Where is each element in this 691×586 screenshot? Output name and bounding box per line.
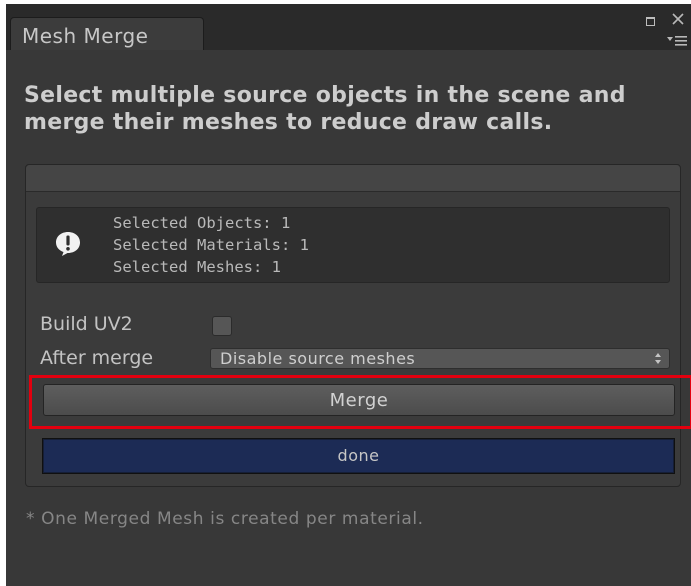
mesh-merge-window: Mesh Merge Select multiple source object…	[6, 4, 691, 586]
tab-mesh-merge[interactable]: Mesh Merge	[10, 17, 204, 50]
panel-header	[26, 165, 680, 192]
updown-arrows-icon	[655, 353, 661, 364]
merge-button[interactable]: Merge	[43, 384, 675, 416]
tab-title: Mesh Merge	[22, 24, 149, 48]
maximize-icon[interactable]	[646, 17, 655, 26]
merge-panel: Selected Objects: 1 Selected Materials: …	[25, 164, 691, 487]
selection-info-box: Selected Objects: 1 Selected Materials: …	[36, 207, 670, 283]
description-heading: Select multiple source objects in the sc…	[24, 82, 674, 136]
info-exclamation-icon	[56, 232, 80, 256]
footnote-text: * One Merged Mesh is created per materia…	[26, 509, 424, 529]
close-icon[interactable]	[670, 11, 686, 27]
build-uv2-label: Build UV2	[40, 313, 133, 335]
tab-strip: Mesh Merge	[6, 4, 691, 50]
description-line-1: Select multiple source objects in the sc…	[24, 83, 626, 108]
build-uv2-checkbox[interactable]	[212, 316, 232, 336]
description-line-2: merge their meshes to reduce draw calls.	[24, 110, 553, 135]
merge-button-label: Merge	[329, 390, 389, 411]
after-merge-selected-value: Disable source meshes	[220, 349, 416, 368]
selected-materials-text: Selected Materials: 1	[113, 236, 309, 254]
selected-meshes-text: Selected Meshes: 1	[113, 258, 281, 276]
selection-stats: Selected Objects: 1 Selected Materials: …	[113, 212, 309, 278]
after-merge-label: After merge	[40, 347, 154, 369]
screenshot-canvas: Mesh Merge Select multiple source object…	[0, 0, 691, 586]
window-options-menu-icon[interactable]	[666, 34, 688, 46]
after-merge-dropdown[interactable]: Disable source meshes	[210, 348, 670, 369]
progress-status-text: done	[337, 446, 380, 465]
merge-progress-bar: done	[42, 438, 675, 474]
selected-objects-text: Selected Objects: 1	[113, 214, 291, 232]
